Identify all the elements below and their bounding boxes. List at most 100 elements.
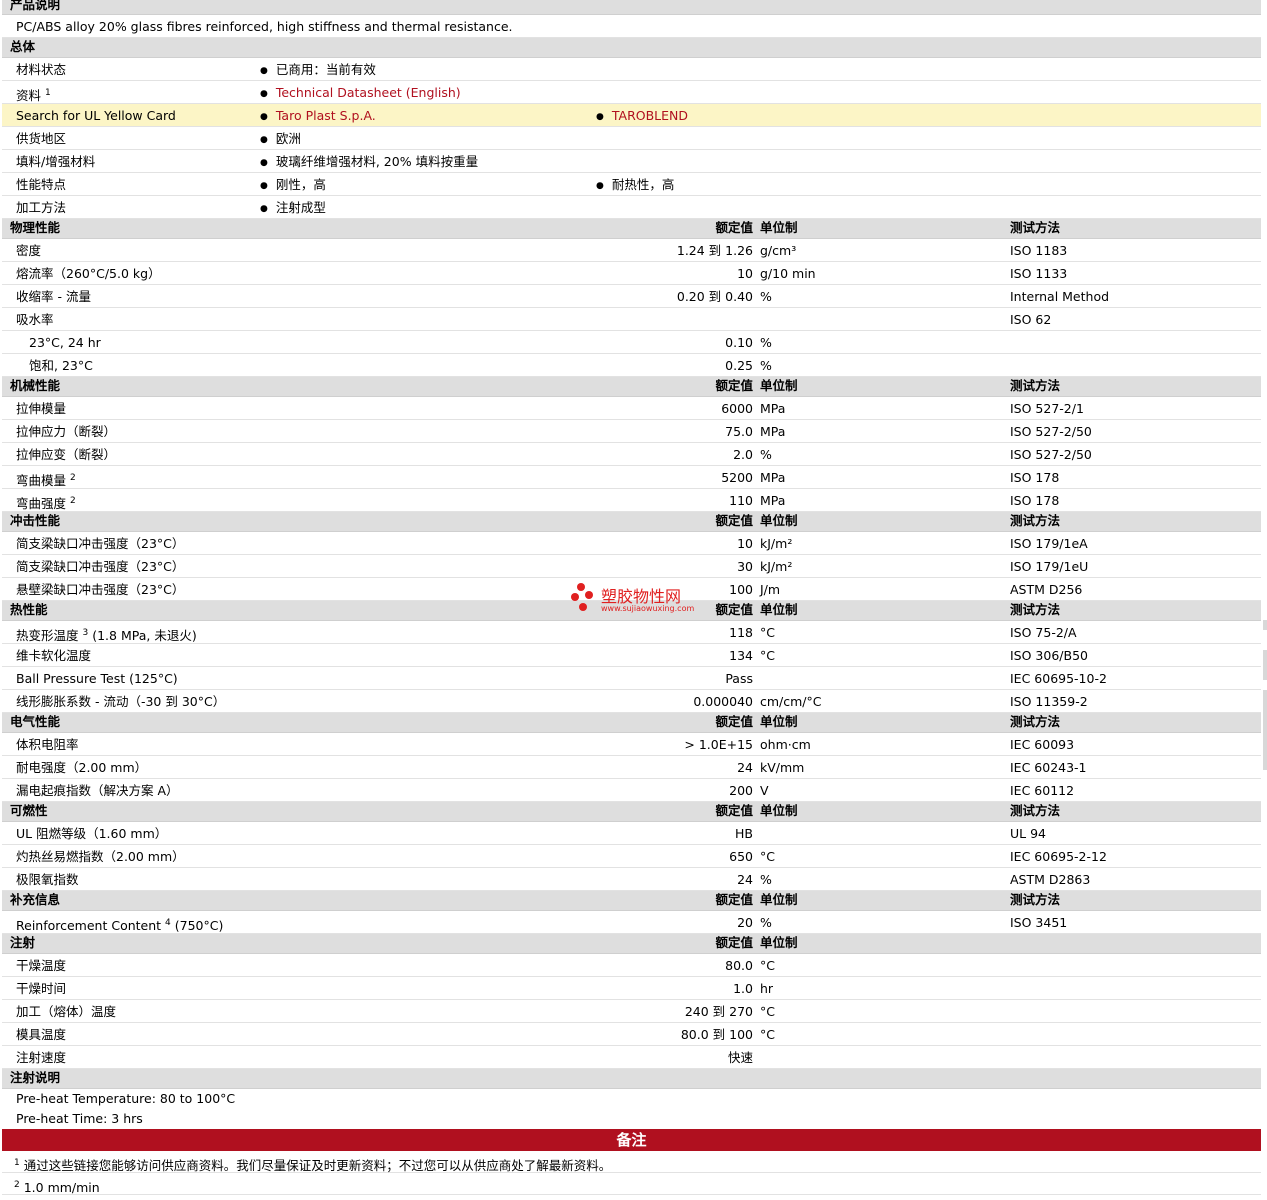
col-header-method: 测试方法 [1010,378,1061,393]
row-method: ISO 179/1eA [1010,536,1088,551]
row-method: ISO 527-2/50 [1010,447,1092,462]
row-value: 1.0 [733,981,753,996]
general-row-ul-search: Search for UL Yellow Card Taro Plast S.p… [2,104,1261,127]
scrollbar-fragment[interactable] [1263,690,1267,770]
col-header-nominal: 额定值 [715,513,753,528]
row-unit: MPa [760,424,786,439]
row-unit: MPa [760,401,786,416]
row-unit: °C [760,849,775,864]
injection-note-line: Pre-heat Temperature: 80 to 100°C [2,1089,1261,1109]
row-value: 0.20 到 0.40 [676,289,753,304]
row-label: 密度 [16,243,42,258]
row-method: Internal Method [1010,289,1110,304]
row-label: 线形膨胀系数 - 流动（-30 到 30°C） [16,694,226,709]
footnote-ref: 4 [165,918,171,928]
property-row: 维卡软化温度 134 °C ISO 306/B50 [2,644,1261,667]
row-method: ISO 1183 [1010,243,1068,258]
scrollbar-fragment[interactable] [1263,650,1267,680]
col-header-unit: 单位制 [760,714,798,729]
section-title: 物理性能 [10,220,61,235]
col-header-unit: 单位制 [760,892,798,907]
row-label: Search for UL Yellow Card [16,108,176,123]
section-header-electrical: 电气性能 额定值 单位制 测试方法 [2,713,1261,733]
row-label: 熔流率（260°C/5.0 kg） [16,266,161,281]
col-header-unit: 单位制 [760,220,798,235]
section-header-injection-notes: 注射说明 [2,1069,1261,1089]
row-value: 240 到 270 [684,1004,753,1019]
supplier-link[interactable]: Taro Plast S.p.A. [276,108,376,123]
row-label: 耐电强度（2.00 mm） [16,760,148,775]
row-value: 5200 [721,470,753,485]
row-method: IEC 60695-2-12 [1010,849,1107,864]
row-value: 75.0 [725,424,753,439]
row-unit: g/cm³ [760,243,797,258]
property-row: 密度 1.24 到 1.26 g/cm³ ISO 1183 [2,239,1261,262]
row-unit: g/10 min [760,266,816,281]
row-value: 200 [729,783,753,798]
row-method: ISO 75-2/A [1010,625,1077,640]
general-row-supply-region: 供货地区 欧洲 [2,127,1261,150]
row-value: 注射成型 [260,200,326,218]
section-title: 电气性能 [10,714,61,729]
property-row: 极限氧指数 24 % ASTM D2863 [2,868,1261,891]
row-label: 模具温度 [16,1027,67,1042]
row-label: 加工方法 [16,200,67,215]
col-header-method: 测试方法 [1010,803,1061,818]
row-value: 快速 [727,1050,753,1065]
section-header-general: 总体 [2,38,1261,58]
row-label: 热变形温度 3 (1.8 MPa, 未退火) [16,628,197,643]
row-label: 饱和, 23°C [29,358,93,373]
row-unit: % [760,335,772,350]
footnote-ref: 2 [70,496,76,506]
footnote-number: 1 [14,1158,20,1168]
col-header-method: 测试方法 [1010,602,1061,617]
row-label: Ball Pressure Test (125°C) [16,671,178,686]
col-header-unit: 单位制 [760,803,798,818]
row-unit: J/m [760,582,781,597]
row-method: ISO 62 [1010,312,1052,327]
row-unit: % [760,289,772,304]
property-subrow: 23°C, 24 hr 0.10 % [2,331,1261,354]
property-subrow: 饱和, 23°C 0.25 % [2,354,1261,377]
product-desc-text: PC/ABS alloy 20% glass fibres reinforced… [16,19,513,34]
datasheet-link[interactable]: Technical Datasheet (English) [276,85,461,100]
col-header-nominal: 额定值 [715,378,753,393]
row-label: 性能特点 [16,177,67,192]
row-label: 悬壁梁缺口冲击强度（23°C） [16,582,185,597]
brand-link[interactable]: TAROBLEND [612,108,688,123]
property-row: 线形膨胀系数 - 流动（-30 到 30°C） 0.000040 cm/cm/°… [2,690,1261,713]
row-value: 6000 [721,401,753,416]
row-method: IEC 60093 [1010,737,1075,752]
row-label: 注射速度 [16,1050,67,1065]
row-label: 极限氧指数 [16,872,79,887]
row-method: ISO 527-2/50 [1010,424,1092,439]
bullet-item: Technical Datasheet (English) [260,85,461,103]
row-value: 欧洲 [260,131,301,149]
col-header-unit: 单位制 [760,935,798,950]
row-unit: kJ/m² [760,559,793,574]
property-row: 熔流率（260°C/5.0 kg） 10 g/10 min ISO 1133 [2,262,1261,285]
row-unit: MPa [760,470,786,485]
footnote-ref: 3 [82,628,89,638]
scrollbar-fragment[interactable] [1263,620,1267,630]
row-value: 80.0 [725,958,753,973]
footnote-row: 1 通过这些链接您能够访问供应商资料。我们尽量保证及时更新资料；不过您可以从供应… [2,1151,1261,1173]
bullet-item: Taro Plast S.p.A. [260,108,376,126]
note-text: Pre-heat Time: 3 hrs [16,1111,143,1126]
property-row: 弯曲强度 2 110 MPa ISO 178 [2,489,1261,512]
section-header-physical: 物理性能 额定值 单位制 测试方法 [2,219,1261,239]
property-row: 体积电阻率 > 1.0E+15 ohm·cm IEC 60093 [2,733,1261,756]
note-text: Pre-heat Temperature: 80 to 100°C [16,1091,236,1106]
row-value: HB [735,826,753,841]
col-header-unit: 单位制 [760,602,798,617]
logo-dots-icon [571,583,597,613]
row-value: 10 [737,536,753,551]
row-value: 100 [729,582,753,597]
product-desc-row: PC/ABS alloy 20% glass fibres reinforced… [2,15,1261,38]
row-label: 干燥温度 [16,958,67,973]
footnote-number: 2 [14,1180,20,1190]
property-row: 耐电强度（2.00 mm） 24 kV/mm IEC 60243-1 [2,756,1261,779]
property-row: 拉伸模量 6000 MPa ISO 527-2/1 [2,397,1261,420]
property-row: 收缩率 - 流量 0.20 到 0.40 % Internal Method [2,285,1261,308]
general-row-filler: 填料/增强材料 玻璃纤维增强材料, 20% 填料按重量 [2,150,1261,173]
